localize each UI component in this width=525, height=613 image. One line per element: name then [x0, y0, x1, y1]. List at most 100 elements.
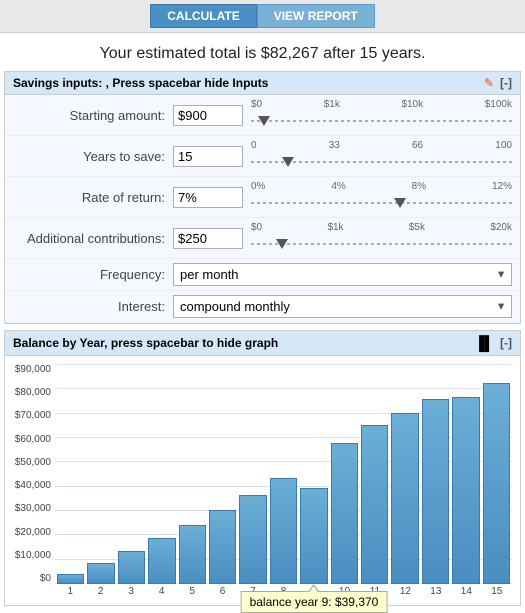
x-label-4: 5 [177, 586, 207, 597]
x-label-11: 12 [390, 586, 420, 597]
x-label-2: 3 [116, 586, 146, 597]
x-label-0: 1 [55, 586, 85, 597]
slider-label: 0 [251, 140, 257, 151]
chart-area: $0$10,000$20,000$30,000$40,000$50,000$60… [5, 356, 520, 605]
y-label-3: $30,000 [7, 503, 51, 514]
slider-label: $1k [327, 222, 343, 233]
slider-marker-3 [276, 239, 288, 249]
y-label-8: $80,000 [7, 387, 51, 398]
interest-label: Interest: [13, 299, 173, 314]
slider-label: $100k [485, 99, 512, 110]
x-label-5: 6 [207, 586, 237, 597]
input-row-2: Rate of return:0%4%8%12% [5, 177, 520, 218]
x-axis: 123456789101112131415 [55, 584, 512, 601]
slider-container-3: $0$1k$5k$20k [243, 222, 512, 254]
x-label-8: 9 [299, 586, 329, 597]
x-label-9: 10 [329, 586, 359, 597]
inputs-header-icons: ✎ [-] [484, 76, 512, 90]
chart-header: Balance by Year, press spacebar to hide … [5, 331, 520, 356]
slider-label: 0% [251, 181, 265, 192]
toolbar: CALCULATE VIEW REPORT [0, 0, 525, 33]
input-rows-container: Starting amount:$0$1k$10k$100kYears to s… [5, 95, 520, 259]
frequency-row: Frequency: per monthper weekper year ▼ [5, 259, 520, 291]
bar-7[interactable] [270, 478, 297, 584]
input-field-2[interactable] [173, 187, 243, 208]
bar-11[interactable] [391, 413, 418, 584]
slider-label: 33 [329, 140, 340, 151]
chart-type-icon[interactable]: ▐▌ [474, 335, 494, 351]
bar-2[interactable] [118, 551, 145, 584]
view-report-button[interactable]: VIEW REPORT [257, 4, 375, 28]
inputs-section: Savings inputs: , Press spacebar hide In… [4, 71, 521, 324]
bar-6[interactable] [239, 495, 266, 584]
chart-section: Balance by Year, press spacebar to hide … [4, 330, 521, 606]
slider-label: 8% [412, 181, 426, 192]
y-label-6: $60,000 [7, 434, 51, 445]
interest-select-wrapper: compound monthlycompound annuallysimple … [173, 295, 512, 318]
y-label-0: $0 [7, 573, 51, 584]
input-field-3[interactable] [173, 228, 243, 249]
slider-bg-0 [251, 120, 512, 122]
input-row-3: Additional contributions:$0$1k$5k$20k [5, 218, 520, 259]
slider-marker-1 [282, 157, 294, 167]
bar-3[interactable] [148, 538, 175, 584]
input-field-0[interactable] [173, 105, 243, 126]
y-label-4: $40,000 [7, 480, 51, 491]
chart-header-icons: ▐▌ [-] [474, 335, 512, 351]
slider-container-2: 0%4%8%12% [243, 181, 512, 213]
input-label-3: Additional contributions: [13, 231, 173, 246]
interest-select[interactable]: compound monthlycompound annuallysimple [173, 295, 512, 318]
frequency-select[interactable]: per monthper weekper year [173, 263, 512, 286]
bar-9[interactable] [331, 443, 358, 584]
collapse-chart-button[interactable]: [-] [500, 336, 512, 350]
collapse-inputs-button[interactable]: [-] [500, 76, 512, 90]
input-field-1[interactable] [173, 146, 243, 167]
slider-bg-2 [251, 202, 512, 204]
slider-label: $10k [401, 99, 423, 110]
slider-label: $5k [409, 222, 425, 233]
slider-label: 12% [492, 181, 512, 192]
bar-8[interactable]: balance year 9: $39,370 [300, 488, 327, 584]
bar-0[interactable] [57, 574, 84, 584]
slider-label: $1k [324, 99, 340, 110]
slider-label: $0 [251, 222, 262, 233]
bar-13[interactable] [452, 397, 479, 584]
y-axis: $0$10,000$20,000$30,000$40,000$50,000$60… [7, 364, 51, 584]
bar-5[interactable] [209, 510, 236, 584]
input-row-0: Starting amount:$0$1k$10k$100k [5, 95, 520, 136]
slider-container-0: $0$1k$10k$100k [243, 99, 512, 131]
x-label-3: 4 [146, 586, 176, 597]
bar-14[interactable] [483, 383, 510, 584]
frequency-select-wrapper: per monthper weekper year ▼ [173, 263, 512, 286]
input-label-2: Rate of return: [13, 190, 173, 205]
slider-bg-1 [251, 161, 512, 163]
bar-4[interactable] [179, 525, 206, 584]
x-label-1: 2 [85, 586, 115, 597]
inputs-header: Savings inputs: , Press spacebar hide In… [5, 72, 520, 95]
calculate-button[interactable]: CALCULATE [150, 4, 256, 28]
slider-track-3[interactable] [251, 234, 512, 254]
slider-track-0[interactable] [251, 111, 512, 131]
y-label-7: $70,000 [7, 410, 51, 421]
x-label-7: 8 [268, 586, 298, 597]
headline: Your estimated total is $82,267 after 15… [0, 33, 525, 71]
inputs-header-label: Savings inputs: , Press spacebar hide In… [13, 76, 268, 90]
slider-marker-0 [258, 116, 270, 126]
bars-container: balance year 9: $39,370 [55, 364, 512, 584]
bar-12[interactable] [422, 399, 449, 584]
input-row-1: Years to save:03366100 [5, 136, 520, 177]
y-label-5: $50,000 [7, 457, 51, 468]
edit-icon[interactable]: ✎ [484, 76, 494, 90]
bar-1[interactable] [87, 563, 114, 584]
x-label-14: 15 [482, 586, 512, 597]
slider-label: 100 [495, 140, 512, 151]
x-label-6: 7 [238, 586, 268, 597]
chart-header-label: Balance by Year, press spacebar to hide … [13, 336, 278, 350]
bar-10[interactable] [361, 425, 388, 584]
input-label-1: Years to save: [13, 149, 173, 164]
interest-row: Interest: compound monthlycompound annua… [5, 291, 520, 323]
x-label-10: 11 [360, 586, 390, 597]
y-label-2: $20,000 [7, 527, 51, 538]
slider-track-2[interactable] [251, 193, 512, 213]
slider-track-1[interactable] [251, 152, 512, 172]
